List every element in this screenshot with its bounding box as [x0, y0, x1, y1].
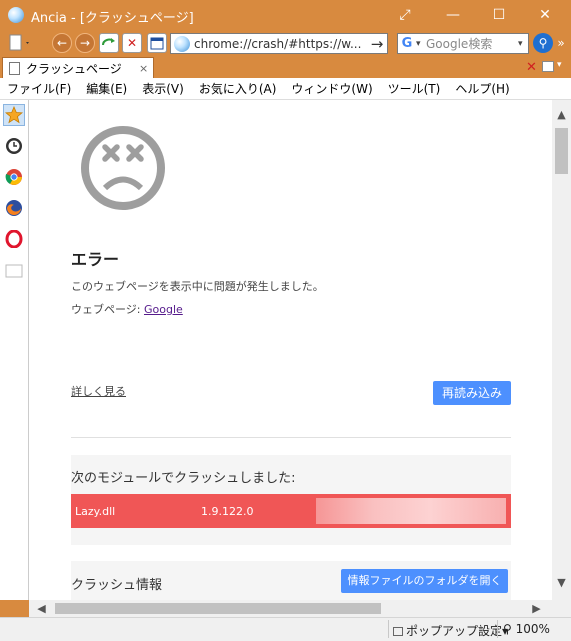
new-page-icon: [9, 34, 29, 51]
tab-label: クラッシュページ: [26, 61, 122, 76]
vertical-scrollbar[interactable]: ▲ ▼: [552, 100, 571, 600]
popup-settings[interactable]: ポップアップ設定▾: [393, 622, 508, 639]
popup-settings-label: ポップアップ設定▾: [406, 624, 509, 638]
horizontal-scrollbar[interactable]: ◀ ▶: [29, 600, 552, 617]
popup-blocker-icon: [393, 627, 403, 636]
close-tabs-icon[interactable]: ✕: [526, 60, 537, 75]
refresh-icon: [102, 38, 115, 46]
status-separator: [497, 620, 498, 638]
google-icon[interactable]: G: [398, 36, 416, 51]
chrome-icon[interactable]: [3, 166, 25, 188]
menu-favorites[interactable]: お気に入り(A): [199, 80, 277, 97]
window-title: Ancia - [クラッシュページ]: [31, 11, 194, 26]
error-page-link[interactable]: Google: [144, 303, 183, 316]
scroll-up-icon[interactable]: ▲: [552, 106, 571, 123]
menu-file[interactable]: ファイル(F): [7, 80, 71, 97]
menu-edit[interactable]: 編集(E): [86, 80, 127, 97]
calendar-button[interactable]: [147, 33, 167, 53]
restore-icon[interactable]: ⤢: [382, 0, 428, 30]
navigation-toolbar: ← → ✕ chrome://crash/#https://w... → G ▾…: [0, 30, 571, 56]
tab-close-icon[interactable]: ×: [139, 62, 153, 75]
close-button[interactable]: ✕: [522, 0, 568, 30]
stop-button[interactable]: ✕: [122, 33, 142, 53]
scroll-right-icon[interactable]: ▶: [528, 600, 545, 617]
new-page-button[interactable]: [6, 33, 32, 53]
reload-button[interactable]: 再読み込み: [433, 381, 511, 405]
learn-more-link[interactable]: 詳しく見る: [71, 383, 126, 399]
tab-list-dropdown-icon[interactable]: ▾: [557, 60, 562, 70]
go-arrow-icon[interactable]: →: [367, 35, 387, 53]
scroll-left-icon[interactable]: ◀: [33, 600, 50, 617]
vertical-scroll-thumb[interactable]: [555, 128, 568, 174]
divider: [71, 437, 511, 438]
address-bar[interactable]: chrome://crash/#https://w... →: [170, 33, 388, 54]
module-version: 1.9.122.0: [201, 505, 254, 518]
status-separator: [388, 620, 389, 638]
back-arrow-icon: ←: [56, 36, 68, 50]
scroll-corner: [552, 600, 571, 617]
table-row: Lazy.dll 1.9.122.0: [71, 494, 511, 528]
star-icon[interactable]: [3, 104, 25, 126]
error-description: このウェブページを表示中に問題が発生しました。: [71, 280, 324, 293]
search-input[interactable]: Google検索: [426, 35, 518, 52]
app-icon: [8, 7, 24, 23]
content-area: エラー このウェブページを表示中に問題が発生しました。 ウェブページ: Goog…: [29, 100, 552, 600]
crash-info-panel: クラッシュ情報 情報ファイルのフォルダを開く: [71, 561, 511, 600]
opera-icon[interactable]: [3, 228, 25, 250]
search-button[interactable]: ⚲: [533, 33, 553, 53]
address-text[interactable]: chrome://crash/#https://w...: [194, 37, 367, 51]
forward-arrow-icon: →: [79, 36, 91, 50]
back-button[interactable]: ←: [52, 33, 72, 53]
title-bar: Ancia - [クラッシュページ] ⤢ — ☐ ✕: [0, 0, 571, 30]
zoom-level: 100%: [515, 622, 550, 636]
menu-view[interactable]: 表示(V): [142, 80, 184, 97]
calendar-icon: [150, 37, 164, 50]
refresh-button[interactable]: [99, 33, 119, 53]
tab-crash-page[interactable]: クラッシュページ ×: [2, 57, 154, 78]
error-page-line: ウェブページ: Google: [71, 301, 183, 317]
redacted-path: [316, 498, 506, 524]
menu-bar: ファイル(F) 編集(E) 表示(V) お気に入り(A) ウィンドウ(W) ツー…: [0, 78, 571, 100]
blank-page-icon[interactable]: [3, 259, 25, 281]
stop-icon: ✕: [126, 36, 138, 50]
menu-window[interactable]: ウィンドウ(W): [291, 80, 372, 97]
search-engine-dropdown-icon[interactable]: ▾: [416, 39, 426, 49]
sad-face-icon: [81, 126, 165, 210]
minimize-button[interactable]: —: [430, 0, 476, 30]
horizontal-scroll-thumb[interactable]: [55, 603, 381, 614]
firefox-icon[interactable]: [3, 197, 25, 219]
search-box[interactable]: G ▾ Google検索 ▾: [397, 33, 529, 54]
open-folder-button[interactable]: 情報ファイルのフォルダを開く: [341, 569, 508, 593]
menu-tools[interactable]: ツール(T): [388, 80, 441, 97]
crashed-module-panel: 次のモジュールでクラッシュしました: Lazy.dll 1.9.122.0: [71, 455, 511, 545]
crash-info-heading: クラッシュ情報: [71, 578, 163, 593]
page-globe-icon: [174, 35, 190, 52]
tab-bar: クラッシュページ × ✕ ▾: [0, 56, 571, 78]
clock-icon[interactable]: [3, 135, 25, 157]
search-icon: ⚲: [538, 36, 548, 50]
menu-help[interactable]: ヘルプ(H): [455, 80, 509, 97]
document-icon: [9, 61, 20, 75]
module-name: Lazy.dll: [75, 505, 116, 518]
side-panel: [0, 100, 29, 600]
zoom-control[interactable]: ⚲ 100%: [503, 622, 550, 636]
zoom-icon: ⚲: [503, 622, 512, 636]
forward-button[interactable]: →: [75, 33, 95, 53]
maximize-button[interactable]: ☐: [476, 0, 522, 30]
status-bar: ポップアップ設定▾ ⚲ 100%: [0, 617, 571, 641]
tab-list-icon[interactable]: [542, 61, 554, 72]
error-title: エラー: [71, 250, 120, 269]
toolbar-overflow-button[interactable]: »: [554, 33, 568, 53]
crashed-module-heading: 次のモジュールでクラッシュしました:: [71, 471, 296, 486]
scroll-down-icon[interactable]: ▼: [552, 574, 571, 591]
search-dropdown-icon[interactable]: ▾: [518, 39, 528, 49]
error-page-label: ウェブページ:: [71, 303, 144, 316]
